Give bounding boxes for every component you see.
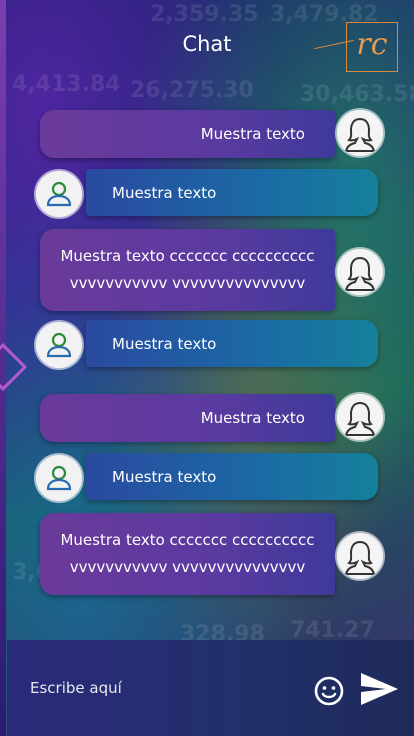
message-bubble-received[interactable]: Muestra texto <box>86 453 378 500</box>
emoji-icon[interactable] <box>313 675 345 707</box>
message-text: Muestra texto ccccccc cccccccccc vvvvvvv… <box>60 247 315 292</box>
woman-avatar-icon[interactable] <box>337 394 383 440</box>
message-text: Muestra texto <box>112 183 217 202</box>
message-text: Muestra texto <box>112 334 217 353</box>
message-bubble-sent[interactable]: Muestra texto ccccccc cccccccccc vvvvvvv… <box>40 229 335 311</box>
chat-header: Chat rc <box>0 0 414 92</box>
user-avatar-icon[interactable] <box>36 322 82 368</box>
message-text: Muestra texto <box>112 467 217 486</box>
woman-avatar-icon[interactable] <box>337 249 383 295</box>
user-avatar-icon[interactable] <box>36 171 82 217</box>
message-bubble-sent[interactable]: Muestra texto <box>40 110 335 158</box>
message-bubble-received[interactable]: Muestra texto <box>86 320 378 367</box>
user-avatar-icon[interactable] <box>36 455 82 501</box>
message-bubble-received[interactable]: Muestra texto <box>86 169 378 216</box>
send-icon[interactable] <box>358 668 400 710</box>
message-text: Muestra texto <box>200 125 305 143</box>
woman-avatar-icon[interactable] <box>337 533 383 579</box>
woman-avatar-icon[interactable] <box>337 110 383 156</box>
message-bubble-sent[interactable]: Muestra texto <box>40 394 335 442</box>
message-bubble-sent[interactable]: Muestra texto ccccccc cccccccccc vvvvvvv… <box>40 513 335 595</box>
side-drawer-handle[interactable] <box>0 342 28 392</box>
message-input[interactable] <box>28 675 302 701</box>
brand-logo: rc <box>346 22 398 72</box>
message-text: Muestra texto <box>200 409 305 427</box>
message-text: Muestra texto ccccccc cccccccccc vvvvvvv… <box>60 531 315 576</box>
